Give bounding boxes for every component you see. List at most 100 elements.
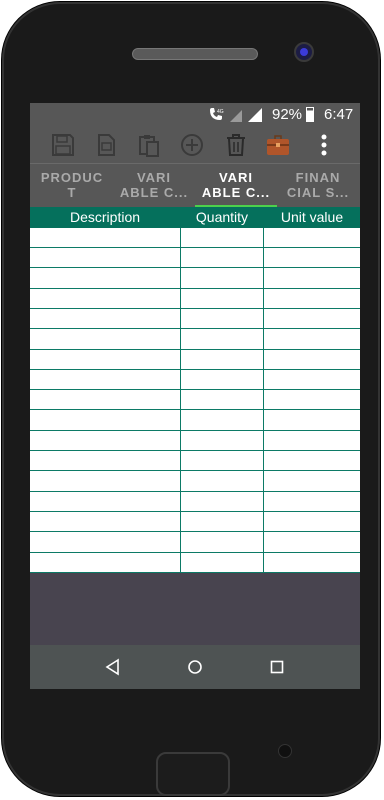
cell-unit-value[interactable] <box>264 492 360 512</box>
table-row[interactable] <box>30 228 360 248</box>
cell-quantity[interactable] <box>181 451 263 471</box>
battery-icon <box>306 107 314 122</box>
table-row[interactable] <box>30 309 360 330</box>
more-vert-icon[interactable] <box>312 133 336 157</box>
cell-description[interactable] <box>30 330 180 350</box>
home-icon[interactable] <box>185 657 205 677</box>
cell-unit-value[interactable] <box>264 309 360 329</box>
cell-quantity[interactable] <box>181 492 263 512</box>
column-header-description: Description <box>69 209 141 225</box>
table-row[interactable] <box>30 370 360 391</box>
cell-description[interactable] <box>30 472 180 492</box>
cell-description[interactable] <box>30 451 180 471</box>
table-row[interactable] <box>30 533 360 553</box>
table-row[interactable] <box>30 350 360 370</box>
briefcase-icon[interactable] <box>266 133 290 157</box>
cell-quantity[interactable] <box>181 350 263 370</box>
cell-quantity[interactable] <box>181 309 263 329</box>
hardware-home-button[interactable] <box>156 752 230 796</box>
table-row[interactable] <box>30 390 360 411</box>
cell-quantity[interactable] <box>181 512 263 532</box>
tab-product[interactable]: PRODUC T <box>31 170 113 200</box>
cell-unit-value[interactable] <box>264 512 360 532</box>
table-row[interactable] <box>30 492 360 512</box>
paste-icon[interactable] <box>137 133 161 157</box>
cell-quantity[interactable] <box>181 533 263 553</box>
cell-unit-value[interactable] <box>264 269 360 289</box>
cell-unit-value[interactable] <box>264 411 360 431</box>
table-row[interactable] <box>30 512 360 533</box>
cell-description[interactable] <box>30 350 180 370</box>
cell-unit-value[interactable] <box>264 533 360 553</box>
cell-description[interactable] <box>30 269 180 289</box>
cell-quantity[interactable] <box>181 472 263 492</box>
tab-financial-summary[interactable]: FINAN CIAL S... <box>277 170 359 200</box>
cell-quantity[interactable] <box>181 248 263 268</box>
cell-description[interactable] <box>30 370 180 390</box>
save-icon[interactable] <box>51 133 75 157</box>
back-icon[interactable] <box>103 657 123 677</box>
table-row[interactable] <box>30 472 360 492</box>
cell-description[interactable] <box>30 533 180 553</box>
cell-quantity[interactable] <box>181 390 263 410</box>
cell-quantity[interactable] <box>181 431 263 451</box>
table-row[interactable] <box>30 269 360 289</box>
cell-quantity[interactable] <box>181 330 263 350</box>
cell-unit-value[interactable] <box>264 472 360 492</box>
cell-quantity[interactable] <box>181 370 263 390</box>
tab-variable-costs-2[interactable]: VARI ABLE C... <box>195 170 277 200</box>
table-row[interactable] <box>30 451 360 472</box>
table-row[interactable] <box>30 553 360 573</box>
cell-description[interactable] <box>30 512 180 532</box>
cell-description[interactable] <box>30 431 180 451</box>
add-circle-icon[interactable] <box>180 133 204 157</box>
tab-label-line2: CIAL S... <box>286 185 350 200</box>
table-body <box>30 228 360 573</box>
tab-variable-costs-1[interactable]: VARI ABLE C... <box>113 170 195 200</box>
cell-description[interactable] <box>30 553 180 573</box>
cell-description[interactable] <box>30 309 180 329</box>
tab-label-line2: T <box>67 185 77 200</box>
cell-unit-value[interactable] <box>264 248 360 268</box>
cell-description[interactable] <box>30 248 180 268</box>
cell-quantity[interactable] <box>181 289 263 309</box>
table-row[interactable] <box>30 248 360 269</box>
recents-icon[interactable] <box>267 657 287 677</box>
cell-unit-value[interactable] <box>264 228 360 248</box>
tab-label-line1: FINAN <box>295 170 341 185</box>
screen: 4G 92% 6:47 PRODUC T VARI ABLE C... VARI… <box>30 103 360 689</box>
cell-unit-value[interactable] <box>264 289 360 309</box>
cell-unit-value[interactable] <box>264 370 360 390</box>
trash-icon[interactable] <box>224 133 248 157</box>
tab-label-line1: VARI <box>218 170 254 185</box>
network-type-label: 4G <box>217 109 224 115</box>
cell-unit-value[interactable] <box>264 553 360 573</box>
signal-weak-icon <box>230 110 242 122</box>
column-divider <box>180 228 181 573</box>
cell-description[interactable] <box>30 289 180 309</box>
system-nav-bar <box>30 645 360 689</box>
tab-bar: PRODUC T VARI ABLE C... VARI ABLE C... F… <box>30 163 360 208</box>
cell-quantity[interactable] <box>181 553 263 573</box>
signal-icon <box>248 108 262 122</box>
table-row[interactable] <box>30 431 360 451</box>
cell-quantity[interactable] <box>181 411 263 431</box>
column-header-quantity: Quantity <box>195 209 249 225</box>
status-time: 6:47 <box>324 106 354 123</box>
table-row[interactable] <box>30 289 360 309</box>
table-row[interactable] <box>30 330 360 350</box>
cell-unit-value[interactable] <box>264 431 360 451</box>
cell-unit-value[interactable] <box>264 330 360 350</box>
cell-quantity[interactable] <box>181 228 263 248</box>
cell-description[interactable] <box>30 492 180 512</box>
empty-content-area <box>30 573 360 645</box>
cell-quantity[interactable] <box>181 269 263 289</box>
cell-unit-value[interactable] <box>264 390 360 410</box>
cell-unit-value[interactable] <box>264 451 360 471</box>
document-icon[interactable] <box>94 133 118 157</box>
cell-description[interactable] <box>30 411 180 431</box>
cell-description[interactable] <box>30 228 180 248</box>
cell-unit-value[interactable] <box>264 350 360 370</box>
cell-description[interactable] <box>30 390 180 410</box>
table-row[interactable] <box>30 411 360 431</box>
